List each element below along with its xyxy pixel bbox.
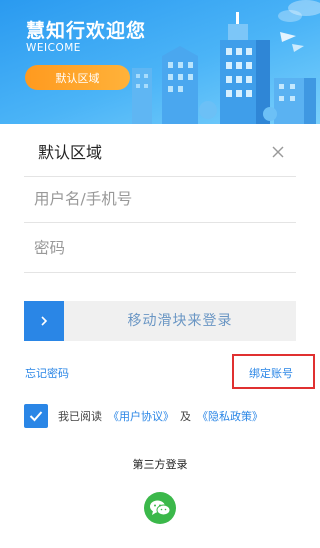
agreement-checkbox[interactable] (24, 404, 48, 428)
slide-to-login[interactable]: 移动滑块来登录 (24, 301, 296, 341)
agreement-prefix: 我已阅读 (58, 410, 102, 423)
divider (24, 272, 296, 273)
agreement-row: 我已阅读 《用户协议》 及 《隐私政策》 (24, 404, 269, 428)
username-input[interactable] (34, 184, 284, 214)
region-selector[interactable]: 默认区域 (24, 140, 296, 176)
divider (24, 176, 296, 177)
agreement-and: 及 (180, 410, 191, 423)
divider (24, 222, 296, 223)
bind-account-link[interactable]: 绑定账号 (249, 365, 293, 381)
check-icon (29, 411, 43, 422)
password-input[interactable] (34, 233, 284, 263)
third-party-title: 第三方登录 (132, 458, 188, 471)
close-icon[interactable] (270, 144, 286, 160)
user-agreement-link[interactable]: 《用户协议》 (108, 408, 174, 424)
wechat-login-button[interactable] (144, 492, 176, 524)
city-illustration (132, 0, 320, 124)
slider-hint: 移动滑块来登录 (127, 313, 233, 329)
region-value: 默认区域 (38, 143, 103, 162)
wechat-icon (150, 500, 171, 516)
privacy-policy-link[interactable]: 《隐私政策》 (197, 408, 263, 424)
welcome-text: WEICOME (26, 42, 81, 54)
header-banner: 慧知行欢迎您 WEICOME 默认区域 (0, 0, 320, 124)
slider-handle[interactable] (24, 301, 64, 341)
forgot-password-link[interactable]: 忘记密码 (25, 365, 69, 381)
chevron-right-icon (41, 316, 48, 326)
